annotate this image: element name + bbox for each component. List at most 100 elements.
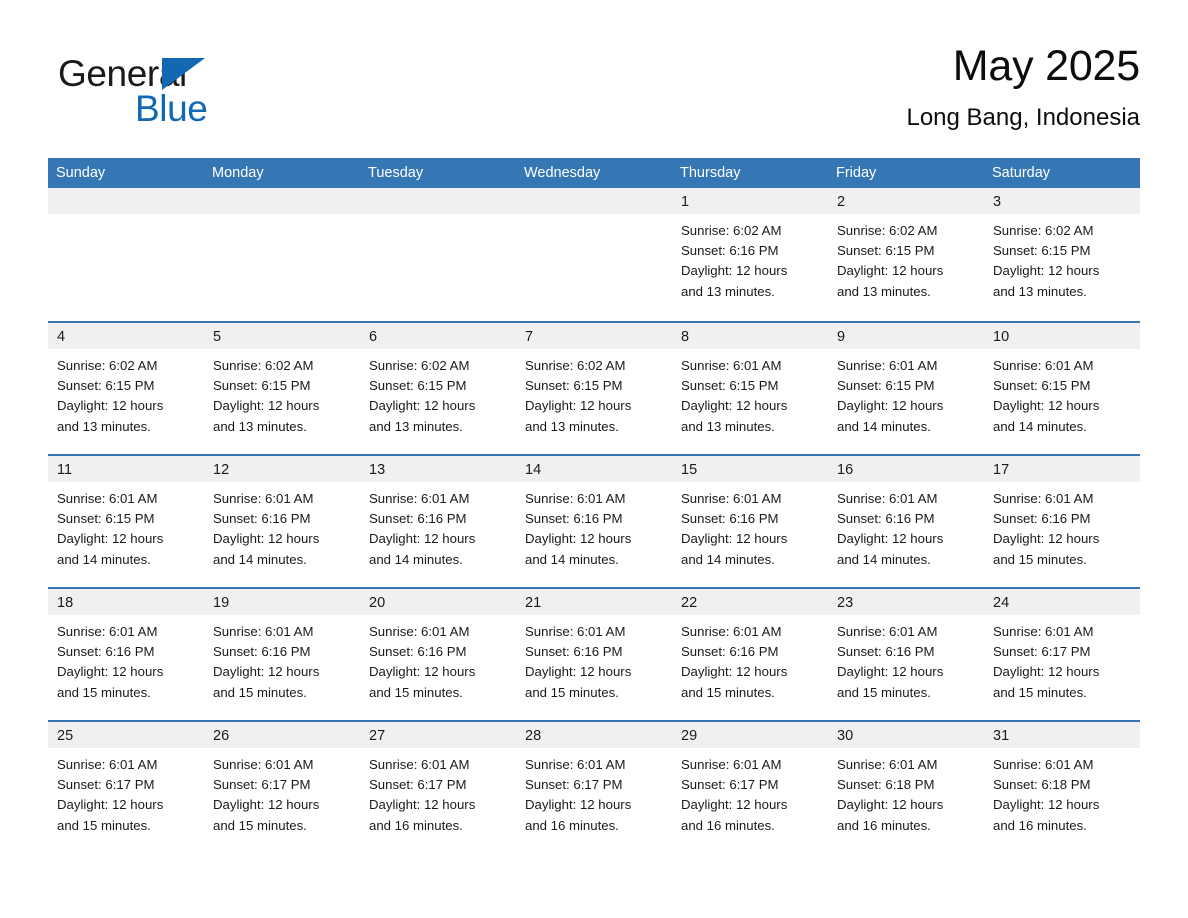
day-cell[interactable]: 30 Sunrise: 6:01 AM Sunset: 6:18 PM Dayl… (828, 722, 984, 853)
sunrise-text: Sunrise: 6:01 AM (993, 491, 1094, 506)
sunrise-text: Sunrise: 6:02 AM (369, 358, 470, 373)
sunset-text: Sunset: 6:16 PM (213, 511, 311, 527)
day-number: 27 (360, 722, 516, 748)
sunrise-text: Sunrise: 6:02 AM (525, 358, 626, 373)
day-cell[interactable]: 14 Sunrise: 6:01 AM Sunset: 6:16 PM Dayl… (516, 456, 672, 587)
sunset-text: Sunset: 6:17 PM (213, 777, 311, 793)
day-cell[interactable]: 29 Sunrise: 6:01 AM Sunset: 6:17 PM Dayl… (672, 722, 828, 853)
daylight-text-line2: and 16 minutes. (525, 817, 619, 833)
calendar-week-row: 1 Sunrise: 6:02 AM Sunset: 6:16 PM Dayli… (48, 188, 1140, 321)
daylight-text-line2: and 16 minutes. (993, 817, 1087, 833)
logo-text-blue: Blue (135, 88, 208, 129)
day-cell[interactable]: 9 Sunrise: 6:01 AM Sunset: 6:15 PM Dayli… (828, 323, 984, 454)
sunset-text: Sunset: 6:15 PM (837, 243, 935, 259)
sunset-text: Sunset: 6:16 PM (525, 511, 623, 527)
day-cell[interactable]: 22 Sunrise: 6:01 AM Sunset: 6:16 PM Dayl… (672, 589, 828, 720)
day-details: Sunrise: 6:01 AM Sunset: 6:17 PM Dayligh… (360, 748, 516, 836)
day-details: Sunrise: 6:01 AM Sunset: 6:16 PM Dayligh… (204, 615, 360, 703)
sunset-text: Sunset: 6:17 PM (57, 777, 155, 793)
day-number: 20 (360, 589, 516, 615)
day-cell[interactable]: 15 Sunrise: 6:01 AM Sunset: 6:16 PM Dayl… (672, 456, 828, 587)
sunrise-text: Sunrise: 6:01 AM (57, 491, 158, 506)
day-cell[interactable]: 2 Sunrise: 6:02 AM Sunset: 6:15 PM Dayli… (828, 188, 984, 321)
day-cell[interactable]: 21 Sunrise: 6:01 AM Sunset: 6:16 PM Dayl… (516, 589, 672, 720)
daylight-text-line2: and 13 minutes. (993, 283, 1087, 299)
daylight-text-line2: and 13 minutes. (681, 418, 775, 434)
day-cell[interactable]: 26 Sunrise: 6:01 AM Sunset: 6:17 PM Dayl… (204, 722, 360, 853)
calendar-grid: Sunday Monday Tuesday Wednesday Thursday… (48, 158, 1140, 853)
day-cell[interactable] (48, 188, 204, 321)
day-cell[interactable]: 19 Sunrise: 6:01 AM Sunset: 6:16 PM Dayl… (204, 589, 360, 720)
day-details: Sunrise: 6:01 AM Sunset: 6:16 PM Dayligh… (828, 615, 984, 703)
sunrise-text: Sunrise: 6:01 AM (525, 624, 626, 639)
day-cell[interactable]: 6 Sunrise: 6:02 AM Sunset: 6:15 PM Dayli… (360, 323, 516, 454)
daylight-text-line1: Daylight: 12 hours (213, 664, 320, 680)
daylight-text-line1: Daylight: 12 hours (993, 531, 1100, 547)
daylight-text-line2: and 14 minutes. (681, 551, 775, 567)
day-cell[interactable]: 12 Sunrise: 6:01 AM Sunset: 6:16 PM Dayl… (204, 456, 360, 587)
sunrise-text: Sunrise: 6:01 AM (837, 624, 938, 639)
day-cell[interactable] (204, 188, 360, 321)
day-cell[interactable]: 18 Sunrise: 6:01 AM Sunset: 6:16 PM Dayl… (48, 589, 204, 720)
daylight-text-line1: Daylight: 12 hours (525, 398, 632, 414)
day-details: Sunrise: 6:01 AM Sunset: 6:16 PM Dayligh… (984, 482, 1140, 570)
day-cell[interactable]: 20 Sunrise: 6:01 AM Sunset: 6:16 PM Dayl… (360, 589, 516, 720)
day-details: Sunrise: 6:01 AM Sunset: 6:15 PM Dayligh… (672, 349, 828, 437)
sunrise-text: Sunrise: 6:01 AM (837, 757, 938, 772)
sunrise-text: Sunrise: 6:01 AM (57, 624, 158, 639)
day-details: Sunrise: 6:02 AM Sunset: 6:15 PM Dayligh… (828, 214, 984, 302)
sunset-text: Sunset: 6:16 PM (369, 644, 467, 660)
day-details: Sunrise: 6:01 AM Sunset: 6:15 PM Dayligh… (984, 349, 1140, 437)
sunset-text: Sunset: 6:16 PM (681, 243, 779, 259)
sunset-text: Sunset: 6:16 PM (525, 644, 623, 660)
generalblue-logo[interactable]: General Blue (58, 54, 318, 134)
daylight-text-line2: and 15 minutes. (993, 684, 1087, 700)
daylight-text-line2: and 13 minutes. (57, 418, 151, 434)
day-cell[interactable]: 7 Sunrise: 6:02 AM Sunset: 6:15 PM Dayli… (516, 323, 672, 454)
day-details: Sunrise: 6:01 AM Sunset: 6:15 PM Dayligh… (828, 349, 984, 437)
sunset-text: Sunset: 6:17 PM (993, 644, 1091, 660)
daylight-text-line2: and 13 minutes. (369, 418, 463, 434)
day-cell[interactable]: 17 Sunrise: 6:01 AM Sunset: 6:16 PM Dayl… (984, 456, 1140, 587)
sunrise-text: Sunrise: 6:02 AM (837, 223, 938, 238)
daylight-text-line1: Daylight: 12 hours (993, 263, 1100, 279)
sunrise-text: Sunrise: 6:01 AM (525, 757, 626, 772)
day-cell[interactable]: 23 Sunrise: 6:01 AM Sunset: 6:16 PM Dayl… (828, 589, 984, 720)
day-number: 15 (672, 456, 828, 482)
day-cell[interactable]: 13 Sunrise: 6:01 AM Sunset: 6:16 PM Dayl… (360, 456, 516, 587)
day-cell[interactable]: 31 Sunrise: 6:01 AM Sunset: 6:18 PM Dayl… (984, 722, 1140, 853)
sunrise-text: Sunrise: 6:01 AM (993, 624, 1094, 639)
day-cell[interactable]: 27 Sunrise: 6:01 AM Sunset: 6:17 PM Dayl… (360, 722, 516, 853)
daylight-text-line1: Daylight: 12 hours (369, 797, 476, 813)
column-header-tuesday: Tuesday (368, 165, 424, 181)
day-details: Sunrise: 6:01 AM Sunset: 6:16 PM Dayligh… (828, 482, 984, 570)
sunset-text: Sunset: 6:15 PM (57, 511, 155, 527)
sunrise-text: Sunrise: 6:01 AM (369, 624, 470, 639)
daylight-text-line1: Daylight: 12 hours (57, 797, 164, 813)
page-subtitle-location: Long Bang, Indonesia (906, 104, 1140, 131)
day-number: 22 (672, 589, 828, 615)
day-cell[interactable]: 24 Sunrise: 6:01 AM Sunset: 6:17 PM Dayl… (984, 589, 1140, 720)
day-cell[interactable]: 11 Sunrise: 6:01 AM Sunset: 6:15 PM Dayl… (48, 456, 204, 587)
sunset-text: Sunset: 6:18 PM (837, 777, 935, 793)
day-cell[interactable]: 28 Sunrise: 6:01 AM Sunset: 6:17 PM Dayl… (516, 722, 672, 853)
day-cell[interactable] (516, 188, 672, 321)
daylight-text-line1: Daylight: 12 hours (681, 398, 788, 414)
day-cell[interactable]: 3 Sunrise: 6:02 AM Sunset: 6:15 PM Dayli… (984, 188, 1140, 321)
day-cell[interactable]: 8 Sunrise: 6:01 AM Sunset: 6:15 PM Dayli… (672, 323, 828, 454)
daylight-text-line1: Daylight: 12 hours (837, 531, 944, 547)
daylight-text-line1: Daylight: 12 hours (369, 398, 476, 414)
day-cell[interactable]: 5 Sunrise: 6:02 AM Sunset: 6:15 PM Dayli… (204, 323, 360, 454)
sunrise-text: Sunrise: 6:01 AM (681, 757, 782, 772)
day-cell[interactable]: 25 Sunrise: 6:01 AM Sunset: 6:17 PM Dayl… (48, 722, 204, 853)
day-cell[interactable] (360, 188, 516, 321)
day-cell[interactable]: 4 Sunrise: 6:02 AM Sunset: 6:15 PM Dayli… (48, 323, 204, 454)
daylight-text-line1: Daylight: 12 hours (993, 398, 1100, 414)
sunset-text: Sunset: 6:18 PM (993, 777, 1091, 793)
day-details: Sunrise: 6:01 AM Sunset: 6:16 PM Dayligh… (516, 615, 672, 703)
day-cell[interactable]: 1 Sunrise: 6:02 AM Sunset: 6:16 PM Dayli… (672, 188, 828, 321)
day-number (360, 188, 516, 214)
day-cell[interactable]: 16 Sunrise: 6:01 AM Sunset: 6:16 PM Dayl… (828, 456, 984, 587)
day-cell[interactable]: 10 Sunrise: 6:01 AM Sunset: 6:15 PM Dayl… (984, 323, 1140, 454)
sunset-text: Sunset: 6:16 PM (837, 644, 935, 660)
